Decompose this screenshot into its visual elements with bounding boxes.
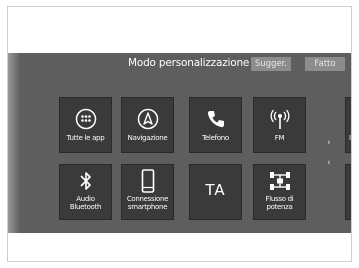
bluetooth-icon — [78, 169, 94, 193]
suggest-button[interactable]: Sugger. — [251, 57, 291, 71]
tile-partial-bottom[interactable] — [345, 164, 351, 220]
screen-edge-fade — [8, 53, 20, 233]
tile-ta[interactable]: TA — [189, 164, 242, 220]
tile-bluetooth-audio[interactable]: Audio Bluetooth — [59, 164, 112, 220]
chevron-up-icon[interactable]: ‹ — [327, 139, 331, 148]
tile-power-flow[interactable]: Flusso di potenza — [253, 164, 306, 220]
tile-navigation[interactable]: Navigazione — [121, 97, 174, 153]
grid-icon — [75, 107, 97, 131]
tile-label: Audio Bluetooth — [69, 195, 102, 211]
ta-label: TA — [205, 181, 226, 199]
tile-label-line2: potenza — [266, 203, 293, 211]
tile-label-line1: Flusso di — [265, 195, 294, 203]
tile-label: Flusso di potenza — [266, 195, 294, 211]
radio-antenna-icon — [269, 107, 291, 131]
done-button[interactable]: Fatto — [305, 57, 345, 71]
tile-label: Telefono — [202, 134, 229, 142]
tile-label-line1: Connessione — [126, 195, 169, 203]
tile-phone[interactable]: Telefono — [189, 97, 242, 153]
tile-all-apps[interactable]: Tutte le app — [59, 97, 112, 153]
tile-label: Tutte le app — [66, 134, 105, 142]
phone-icon — [205, 107, 227, 131]
tile-label: Im — [349, 134, 351, 142]
smartphone-icon — [140, 169, 156, 193]
customization-screen: Modo personalizzazione Sugger. Fatto Tut… — [8, 53, 351, 233]
power-flow-icon — [268, 169, 292, 193]
tile-label: FM — [274, 134, 285, 142]
tile-fm[interactable]: FM — [253, 97, 306, 153]
tile-label: Navigazione — [127, 134, 168, 142]
navigation-icon — [137, 107, 159, 131]
page-title: Modo personalizzazione — [128, 57, 250, 69]
tile-label-line2: smartphone — [127, 203, 168, 211]
tile-label: Connessione smartphone — [126, 195, 169, 211]
chevron-down-icon[interactable]: ‹ — [327, 159, 331, 168]
tile-partial-top[interactable]: Im — [345, 97, 351, 153]
tile-label-line2: Bluetooth — [69, 203, 102, 211]
tile-smartphone-connection[interactable]: Connessione smartphone — [121, 164, 174, 220]
tile-label-line1: Audio — [76, 195, 95, 203]
